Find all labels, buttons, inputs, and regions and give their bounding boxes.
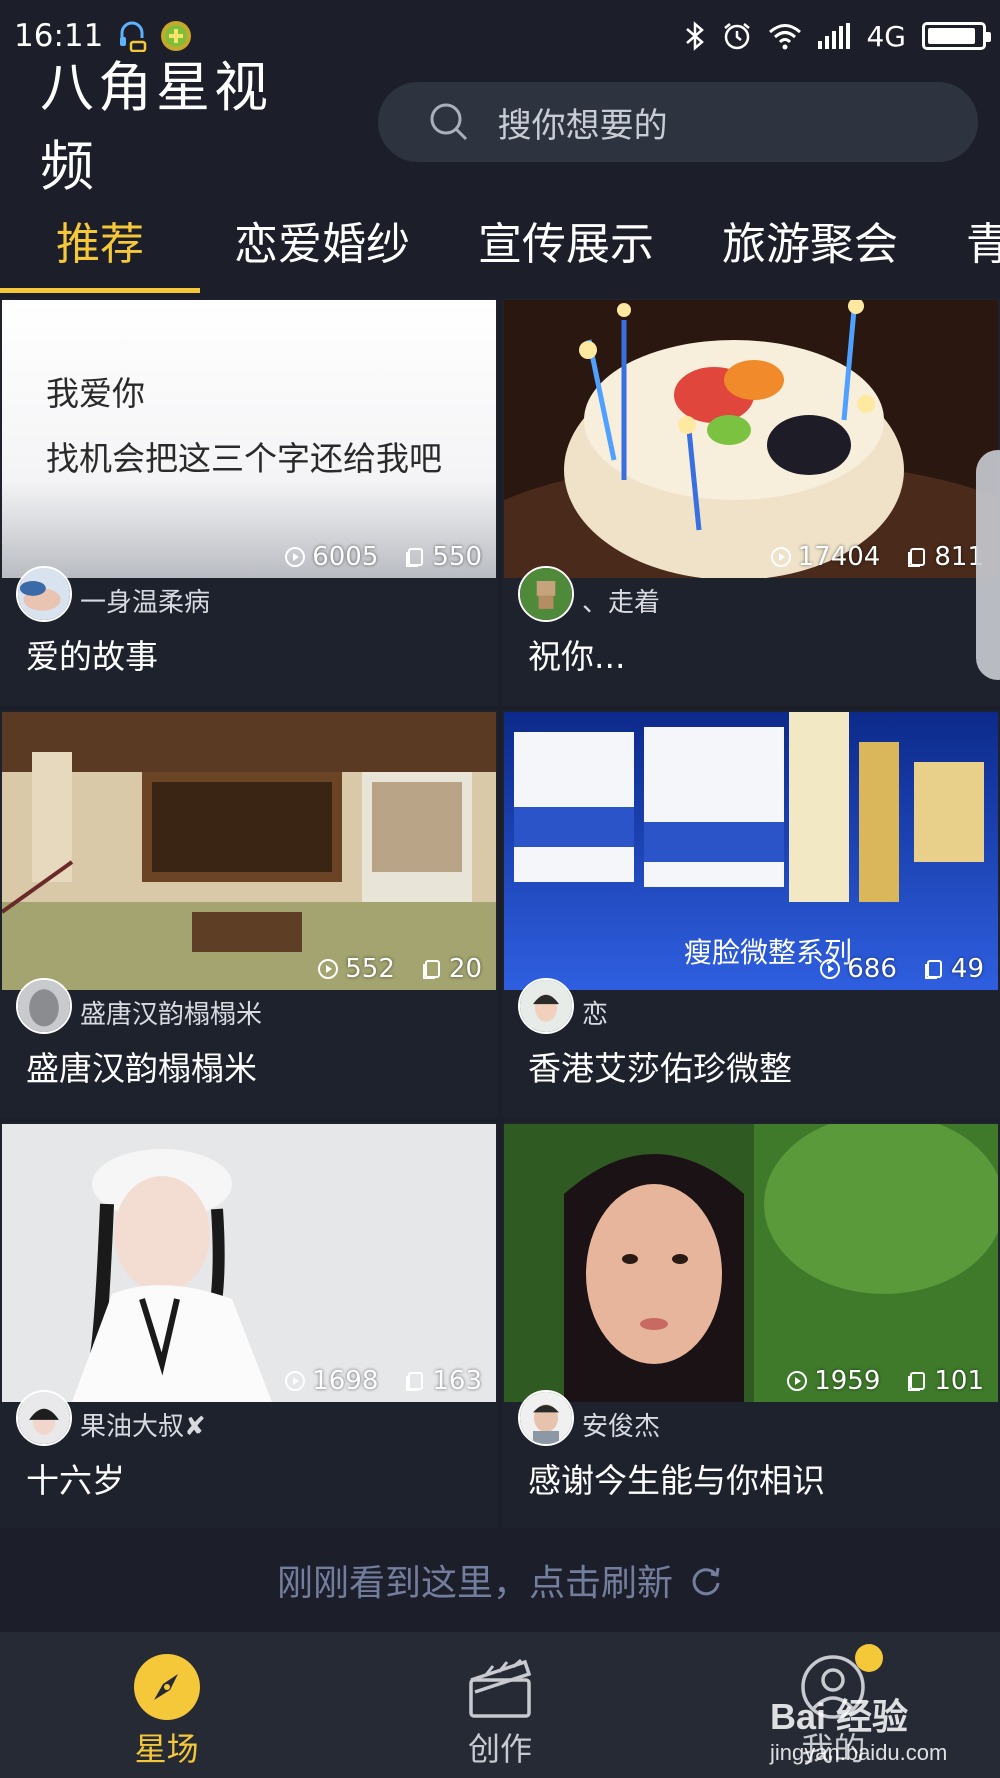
video-card[interactable]: 1698 163 果油大叔✘ 十六岁 bbox=[0, 1122, 498, 1530]
search-placeholder: 搜你想要的 bbox=[497, 105, 668, 146]
tab-recommend[interactable]: 推荐 bbox=[56, 208, 144, 272]
play-count: 6005 bbox=[312, 542, 379, 572]
play-count-icon bbox=[787, 1371, 808, 1391]
share-count-icon bbox=[908, 1372, 926, 1391]
tab-love-wedding[interactable]: 恋爱婚纱 bbox=[234, 208, 410, 272]
author-name[interactable]: 安俊杰 bbox=[582, 1406, 660, 1443]
play-count: 686 bbox=[847, 954, 897, 984]
video-title[interactable]: 十六岁 bbox=[26, 1454, 125, 1502]
alarm-icon bbox=[724, 23, 751, 50]
refresh-prompt[interactable]: 刚刚看到这里，点击刷新 bbox=[0, 1528, 1000, 1632]
signal-icon bbox=[818, 23, 851, 49]
video-thumbnail[interactable]: 我爱你 找机会把这三个字还给我吧 6005 550 bbox=[2, 300, 496, 578]
share-count-icon bbox=[422, 960, 440, 979]
avatar[interactable] bbox=[518, 978, 574, 1034]
play-count-icon bbox=[820, 959, 841, 979]
clapperboard-icon bbox=[469, 1658, 532, 1718]
tab-promotion[interactable]: 宣传展示 bbox=[478, 208, 654, 272]
app-title: 八角星视频 bbox=[40, 56, 272, 198]
nav-star-field[interactable]: 星场 bbox=[0, 1632, 333, 1778]
author-name[interactable]: 盛唐汉韵榻榻米 bbox=[80, 994, 262, 1031]
video-title[interactable]: 盛唐汉韵榻榻米 bbox=[26, 1042, 257, 1090]
wifi-icon bbox=[769, 24, 802, 50]
thumb-text-line1: 我爱你 bbox=[46, 374, 145, 413]
nav-label: 创作 bbox=[467, 1730, 532, 1768]
play-count: 1959 bbox=[814, 1366, 881, 1396]
app-header: 八角星视频 搜你想要的 bbox=[0, 56, 1000, 198]
author-name[interactable]: 、走着 bbox=[582, 582, 660, 619]
nav-create[interactable]: 创作 bbox=[333, 1632, 666, 1778]
battery-level bbox=[928, 28, 975, 44]
compass-icon bbox=[133, 1654, 200, 1720]
video-title[interactable]: 爱的故事 bbox=[26, 630, 158, 678]
video-card[interactable]: 552 20 盛唐汉韵榻榻米 盛唐汉韵榻榻米 bbox=[0, 710, 498, 1118]
watermark-main: Bai 经验 bbox=[770, 1696, 909, 1737]
author-name[interactable]: 恋 bbox=[582, 994, 608, 1031]
video-title[interactable]: 感谢今生能与你相识 bbox=[528, 1454, 825, 1502]
video-card[interactable]: 1959 101 安俊杰 感谢今生能与你相识 bbox=[502, 1122, 1000, 1530]
avatar[interactable] bbox=[16, 978, 72, 1034]
video-title[interactable]: 祝你... bbox=[528, 630, 625, 678]
watermark: Bai 经验 jingyan.baidu.com bbox=[770, 1688, 947, 1766]
video-card[interactable]: 我爱你 找机会把这三个字还给我吧 6005 550 一身温柔病 爱的故事 bbox=[0, 298, 498, 706]
share-count-icon bbox=[924, 960, 942, 979]
play-count-icon bbox=[285, 547, 306, 567]
video-thumbnail[interactable]: 1698 163 bbox=[2, 1124, 496, 1402]
share-count-icon bbox=[406, 548, 424, 567]
video-title[interactable]: 香港艾莎佑珍微整 bbox=[528, 1042, 792, 1090]
video-thumbnail[interactable]: 17404 811 bbox=[504, 300, 998, 578]
play-count: 552 bbox=[345, 954, 395, 984]
network-type: 4G bbox=[866, 19, 906, 53]
tab-travel-party[interactable]: 旅游聚会 bbox=[722, 208, 898, 272]
share-count-icon bbox=[406, 1372, 424, 1391]
avatar[interactable] bbox=[16, 1390, 72, 1446]
avatar[interactable] bbox=[518, 1390, 574, 1446]
share-count: 20 bbox=[448, 954, 482, 984]
share-count: 163 bbox=[432, 1366, 482, 1396]
share-count: 101 bbox=[934, 1366, 984, 1396]
watermark-sub: jingyan.baidu.com bbox=[770, 1740, 948, 1765]
thumb-text-line2: 找机会把这三个字还给我吧 bbox=[46, 439, 442, 478]
category-tabs: 推荐 恋爱婚纱 宣传展示 旅游聚会 青 bbox=[0, 190, 1000, 296]
refresh-text: 刚刚看到这里，点击刷新 bbox=[276, 1563, 673, 1604]
avatar[interactable] bbox=[518, 566, 574, 622]
tab-youth[interactable]: 青 bbox=[966, 208, 1000, 272]
play-count: 1698 bbox=[312, 1366, 379, 1396]
nav-label: 星场 bbox=[134, 1730, 199, 1768]
search-input[interactable]: 搜你想要的 bbox=[377, 82, 978, 162]
tab-indicator bbox=[0, 288, 200, 293]
video-thumbnail[interactable]: 552 20 bbox=[2, 712, 496, 990]
video-thumbnail[interactable]: 1959 101 bbox=[504, 1124, 998, 1402]
bluetooth-icon bbox=[686, 21, 705, 51]
play-count-icon bbox=[285, 1371, 306, 1391]
share-count: 49 bbox=[950, 954, 984, 984]
video-thumbnail[interactable]: 瘦脸微整系列 686 49 bbox=[504, 712, 998, 990]
search-icon bbox=[430, 103, 467, 141]
refresh-icon bbox=[692, 1567, 720, 1596]
play-count: 17404 bbox=[797, 542, 881, 572]
author-name[interactable]: 一身温柔病 bbox=[80, 582, 210, 619]
author-name[interactable]: 果油大叔✘ bbox=[80, 1406, 206, 1443]
avatar[interactable] bbox=[16, 566, 72, 622]
video-card[interactable]: 瘦脸微整系列 686 49 恋 香港艾莎佑珍微整 bbox=[502, 710, 1000, 1118]
share-count-icon bbox=[908, 548, 926, 567]
share-count: 550 bbox=[432, 542, 482, 572]
battery-icon bbox=[922, 22, 991, 50]
side-scroll-handle[interactable] bbox=[976, 450, 1000, 680]
play-count-icon bbox=[770, 547, 791, 567]
notification-dot bbox=[854, 1644, 883, 1672]
play-count-icon bbox=[318, 959, 339, 979]
video-card[interactable]: 17404 811 、走着 祝你... bbox=[502, 298, 1000, 706]
